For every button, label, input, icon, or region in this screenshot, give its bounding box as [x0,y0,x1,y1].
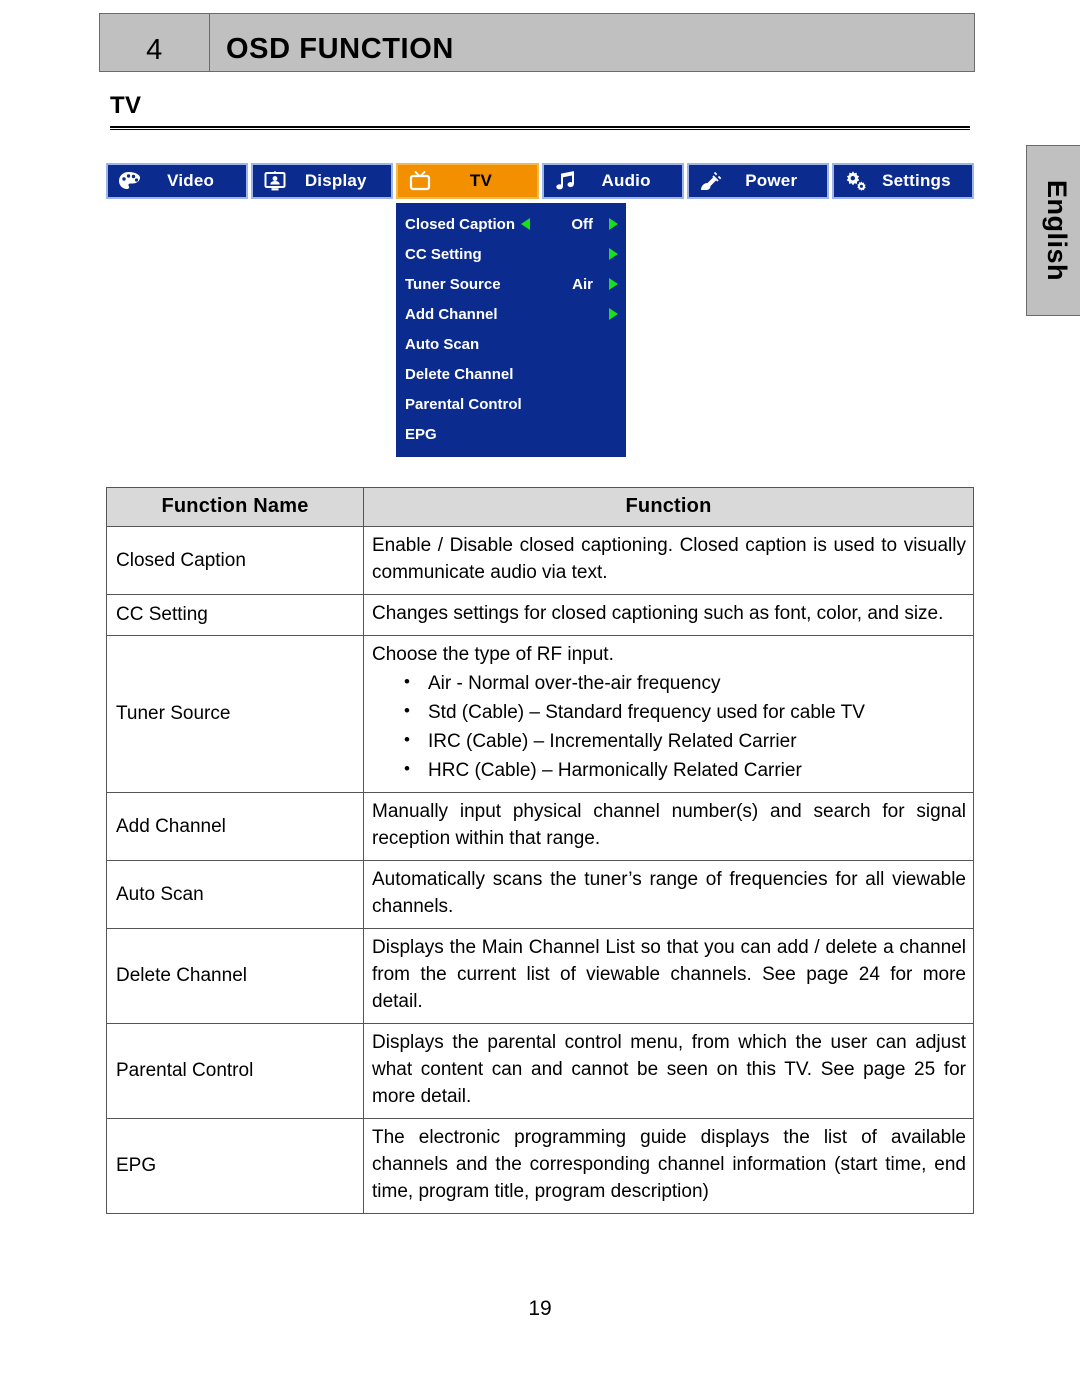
menu-item-delete-channel[interactable]: Delete Channel [396,359,626,389]
chevron-left-icon[interactable] [518,218,532,230]
column-header-function: Function [363,487,974,527]
cell-function-desc: Displays the parental control menu, from… [363,1023,974,1120]
page-title: OSD FUNCTION [226,33,454,65]
table-row: Auto Scan Automatically scans the tuner’… [106,860,974,930]
menu-item-closed-caption[interactable]: Closed Caption Off [396,209,626,239]
osd-tab-audio[interactable]: Audio [541,163,684,199]
osd-dropdown-menu: Closed Caption Off CC Setting Tuner Sour… [396,203,626,457]
cell-function-name: EPG [106,1118,364,1214]
osd-tab-label: TV [469,171,492,190]
table-row: Delete Channel Displays the Main Channel… [106,928,974,1025]
chevron-right-icon[interactable] [607,278,619,290]
table-row: Closed Caption Enable / Disable closed c… [106,526,974,595]
table-row: Parental Control Displays the parental c… [106,1023,974,1120]
gears-icon [843,169,869,193]
osd-tab-label: Power [745,171,798,190]
menu-item-add-channel[interactable]: Add Channel [396,299,626,329]
chapter-header-bar: 4 OSD FUNCTION [99,13,975,72]
chevron-right-icon[interactable] [607,248,619,260]
chapter-title-box: OSD FUNCTION [210,14,974,71]
osd-tab-settings[interactable]: Settings [831,163,975,199]
menu-item-label: Delete Channel [405,365,514,383]
menu-item-value: Off [571,215,593,233]
table-row: Add Channel Manually input physical chan… [106,792,974,862]
column-header-function-name: Function Name [106,487,364,527]
page-number: 19 [528,1297,552,1320]
osd-tab-label: Settings [882,171,951,190]
power-plug-icon [698,169,724,193]
cell-function-desc: Enable / Disable closed captioning. Clos… [363,526,974,595]
menu-item-label: Closed Caption [405,215,516,233]
tuner-source-options-list: Air - Normal over-the-air frequency Std … [372,669,966,786]
table-row: EPG The electronic programming guide dis… [106,1118,974,1214]
list-item: HRC (Cable) – Harmonically Related Carri… [404,756,966,786]
cell-function-name: Add Channel [106,792,364,862]
menu-item-parental-control[interactable]: Parental Control [396,389,626,419]
osd-menu-bar: Video Display TV Audio Power Settings [106,163,975,199]
osd-tab-video[interactable]: Video [106,163,249,199]
chevron-right-icon[interactable] [607,308,619,320]
menu-item-value: Air [572,275,593,293]
osd-tab-power[interactable]: Power [686,163,829,199]
osd-tab-display[interactable]: Display [251,163,394,199]
osd-tab-label: Video [167,171,215,190]
table-row: Tuner Source Choose the type of RF input… [106,634,974,794]
osd-tab-label: Display [304,171,367,190]
cell-function-name: Auto Scan [106,860,364,930]
menu-item-label: Parental Control [405,395,522,413]
tv-icon [407,169,433,193]
menu-item-auto-scan[interactable]: Auto Scan [396,329,626,359]
table-row: CC Setting Changes settings for closed c… [106,593,974,636]
chapter-number-box: 4 [100,14,210,71]
monitor-icon [262,169,288,193]
section-divider [110,126,970,130]
list-item: Std (Cable) – Standard frequency used fo… [404,698,966,728]
section-heading: TV [110,92,142,119]
menu-item-cc-setting[interactable]: CC Setting [396,239,626,269]
table-header-row: Function Name Function [106,487,974,527]
music-note-icon [553,169,579,193]
cell-function-desc: The electronic programming guide display… [363,1118,974,1214]
list-item: Air - Normal over-the-air frequency [404,669,966,699]
cell-function-name: Closed Caption [106,526,364,595]
language-tab: English [1026,145,1080,316]
list-item: IRC (Cable) – Incrementally Related Carr… [404,727,966,757]
menu-item-label: Add Channel [405,305,498,323]
function-table: Function Name Function Closed Caption En… [106,487,974,1214]
menu-item-label: CC Setting [405,245,482,263]
osd-tab-label: Audio [601,171,651,190]
chevron-right-icon[interactable] [607,218,619,230]
cell-function-desc: Manually input physical channel number(s… [363,792,974,862]
cell-function-desc: Changes settings for closed captioning s… [363,593,974,636]
cell-function-desc: Automatically scans the tuner’s range of… [363,860,974,930]
cell-function-desc: Displays the Main Channel List so that y… [363,928,974,1025]
menu-item-epg[interactable]: EPG [396,419,626,449]
desc-intro-text: Choose the type of RF input. [372,643,614,665]
language-tab-label: English [1041,179,1072,282]
palette-icon [117,169,143,193]
osd-tab-tv[interactable]: TV [396,163,539,199]
cell-function-name: Delete Channel [106,928,364,1025]
cell-function-name: CC Setting [106,593,364,636]
menu-item-label: EPG [405,425,437,443]
cell-function-name: Parental Control [106,1023,364,1120]
menu-item-tuner-source[interactable]: Tuner Source Air [396,269,626,299]
menu-item-label: Tuner Source [405,275,501,293]
cell-function-name: Tuner Source [106,634,364,794]
chapter-number: 4 [146,34,163,66]
cell-function-desc: Choose the type of RF input. Air - Norma… [363,634,974,794]
menu-item-label: Auto Scan [405,335,480,353]
